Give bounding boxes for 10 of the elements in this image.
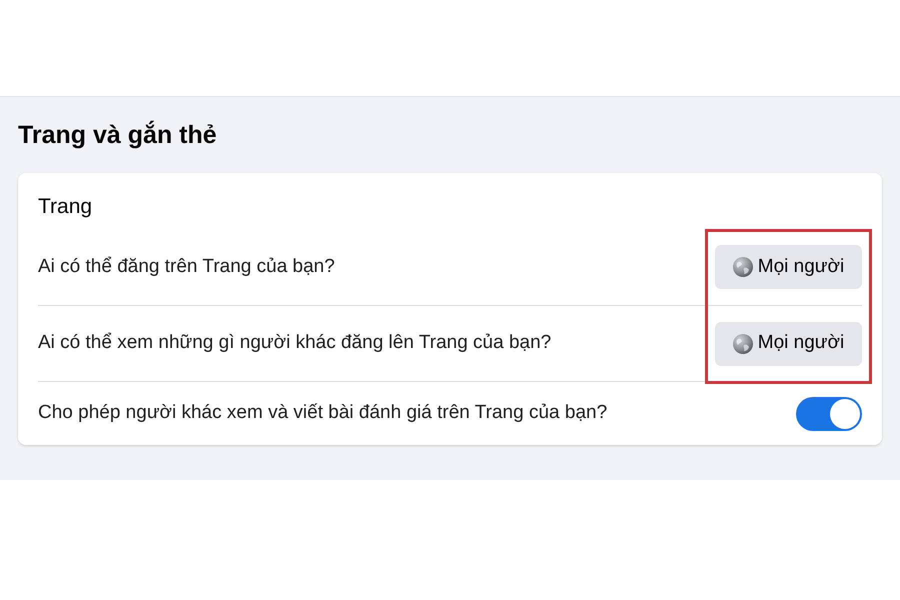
setting-label: Ai có thể xem những gì người khác đăng lên Trang của bạn? xyxy=(38,331,552,356)
globe-icon xyxy=(732,334,753,354)
setting-label: Ai có thể đăng trên Trang của bạn? xyxy=(38,254,335,279)
audience-button[interactable]: Mọi người xyxy=(715,245,862,289)
globe-icon xyxy=(732,257,753,277)
audience-button[interactable]: Mọi người xyxy=(715,322,862,366)
toggle-switch[interactable] xyxy=(796,396,862,430)
section-title: Trang và gắn thẻ xyxy=(18,120,217,151)
card-heading: Trang xyxy=(38,194,92,220)
setting-label: Cho phép người khác xem và viết bài đánh giá trên Trang của bạn? xyxy=(38,401,608,426)
